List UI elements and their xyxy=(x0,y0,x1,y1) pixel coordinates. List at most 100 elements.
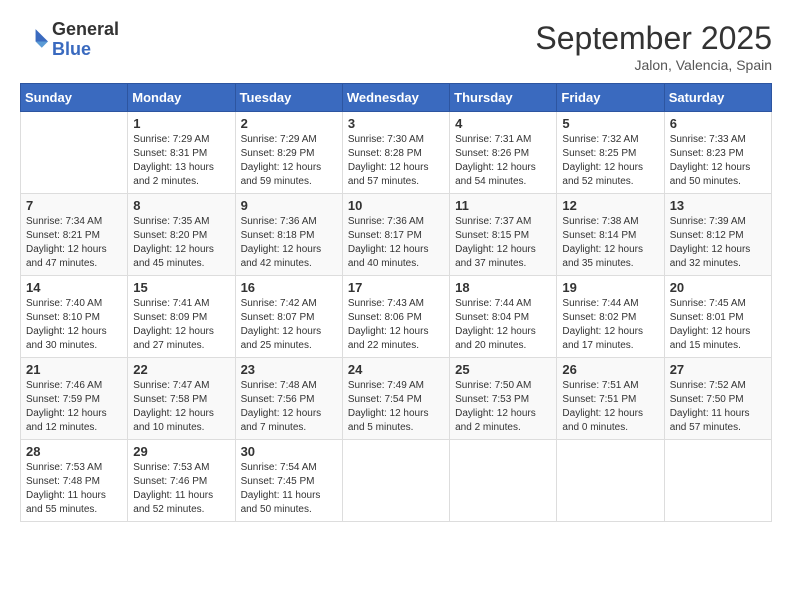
day-cell: 10 Sunrise: 7:36 AM Sunset: 8:17 PM Dayli… xyxy=(342,194,449,276)
day-number: 27 xyxy=(670,362,766,377)
day-cell: 16 Sunrise: 7:42 AM Sunset: 8:07 PM Dayli… xyxy=(235,276,342,358)
day-cell xyxy=(664,440,771,522)
day-cell: 18 Sunrise: 7:44 AM Sunset: 8:04 PM Dayli… xyxy=(450,276,557,358)
page-header: General Blue September 2025 Jalon, Valen… xyxy=(20,20,772,73)
day-info: Sunrise: 7:52 AM Sunset: 7:50 PM Dayligh… xyxy=(670,379,766,435)
day-number: 28 xyxy=(26,444,122,459)
day-cell: 20 Sunrise: 7:45 AM Sunset: 8:01 PM Dayli… xyxy=(664,276,771,358)
day-cell: 17 Sunrise: 7:43 AM Sunset: 8:06 PM Dayli… xyxy=(342,276,449,358)
title-block: September 2025 Jalon, Valencia, Spain xyxy=(535,20,772,73)
week-row-1: 1Sunrise: 7:29 AM Sunset: 8:31 PM Daylig… xyxy=(21,112,772,194)
day-cell: 23 Sunrise: 7:48 AM Sunset: 7:56 PM Dayli… xyxy=(235,358,342,440)
calendar-subtitle: Jalon, Valencia, Spain xyxy=(535,57,772,73)
day-info: Sunrise: 7:47 AM Sunset: 7:58 PM Dayligh… xyxy=(133,379,229,435)
day-cell: 4 Sunrise: 7:31 AM Sunset: 8:26 PM Daylig… xyxy=(450,112,557,194)
weekday-header-monday: Monday xyxy=(128,84,235,112)
day-number: 5 xyxy=(562,116,658,131)
day-info: Sunrise: 7:38 AM Sunset: 8:14 PM Dayligh… xyxy=(562,215,658,271)
day-cell: 1Sunrise: 7:29 AM Sunset: 8:31 PM Daylig… xyxy=(128,112,235,194)
weekday-header-friday: Friday xyxy=(557,84,664,112)
day-number: 4 xyxy=(455,116,551,131)
day-cell: 28 Sunrise: 7:53 AM Sunset: 7:48 PM Dayli… xyxy=(21,440,128,522)
day-cell xyxy=(21,112,128,194)
day-cell: 13 Sunrise: 7:39 AM Sunset: 8:12 PM Dayli… xyxy=(664,194,771,276)
day-info: Sunrise: 7:39 AM Sunset: 8:12 PM Dayligh… xyxy=(670,215,766,271)
day-cell: 19Sunrise: 7:44 AM Sunset: 8:02 PM Dayli… xyxy=(557,276,664,358)
day-info: Sunrise: 7:53 AM Sunset: 7:48 PM Dayligh… xyxy=(26,461,122,517)
day-info: Sunrise: 7:50 AM Sunset: 7:53 PM Dayligh… xyxy=(455,379,551,435)
day-number: 10 xyxy=(348,198,444,213)
weekday-header-sunday: Sunday xyxy=(21,84,128,112)
logo: General Blue xyxy=(20,20,119,60)
day-cell: 8 Sunrise: 7:35 AM Sunset: 8:20 PM Daylig… xyxy=(128,194,235,276)
day-number: 1 xyxy=(133,116,229,131)
day-info: Sunrise: 7:42 AM Sunset: 8:07 PM Dayligh… xyxy=(241,297,337,353)
day-number: 15 xyxy=(133,280,229,295)
day-cell: 26 Sunrise: 7:51 AM Sunset: 7:51 PM Dayli… xyxy=(557,358,664,440)
day-info: Sunrise: 7:31 AM Sunset: 8:26 PM Dayligh… xyxy=(455,133,551,189)
day-cell xyxy=(450,440,557,522)
day-cell: 2 Sunrise: 7:29 AM Sunset: 8:29 PM Daylig… xyxy=(235,112,342,194)
day-number: 17 xyxy=(348,280,444,295)
day-info: Sunrise: 7:51 AM Sunset: 7:51 PM Dayligh… xyxy=(562,379,658,435)
weekday-header-row: SundayMondayTuesdayWednesdayThursdayFrid… xyxy=(21,84,772,112)
day-number: 23 xyxy=(241,362,337,377)
day-number: 12 xyxy=(562,198,658,213)
day-cell xyxy=(557,440,664,522)
day-number: 3 xyxy=(348,116,444,131)
day-number: 20 xyxy=(670,280,766,295)
day-info: Sunrise: 7:34 AM Sunset: 8:21 PM Dayligh… xyxy=(26,215,122,271)
day-info: Sunrise: 7:48 AM Sunset: 7:56 PM Dayligh… xyxy=(241,379,337,435)
day-number: 14 xyxy=(26,280,122,295)
calendar-title: September 2025 xyxy=(535,20,772,57)
weekday-header-tuesday: Tuesday xyxy=(235,84,342,112)
day-info: Sunrise: 7:49 AM Sunset: 7:54 PM Dayligh… xyxy=(348,379,444,435)
day-cell: 30Sunrise: 7:54 AM Sunset: 7:45 PM Dayli… xyxy=(235,440,342,522)
day-number: 22 xyxy=(133,362,229,377)
week-row-2: 7 Sunrise: 7:34 AM Sunset: 8:21 PM Daylig… xyxy=(21,194,772,276)
day-info: Sunrise: 7:35 AM Sunset: 8:20 PM Dayligh… xyxy=(133,215,229,271)
day-info: Sunrise: 7:30 AM Sunset: 8:28 PM Dayligh… xyxy=(348,133,444,189)
day-cell: 6Sunrise: 7:33 AM Sunset: 8:23 PM Daylig… xyxy=(664,112,771,194)
day-cell: 5 Sunrise: 7:32 AM Sunset: 8:25 PM Daylig… xyxy=(557,112,664,194)
day-number: 2 xyxy=(241,116,337,131)
day-number: 25 xyxy=(455,362,551,377)
day-info: Sunrise: 7:36 AM Sunset: 8:17 PM Dayligh… xyxy=(348,215,444,271)
day-info: Sunrise: 7:33 AM Sunset: 8:23 PM Dayligh… xyxy=(670,133,766,189)
day-info: Sunrise: 7:53 AM Sunset: 7:46 PM Dayligh… xyxy=(133,461,229,517)
day-cell: 29 Sunrise: 7:53 AM Sunset: 7:46 PM Dayli… xyxy=(128,440,235,522)
weekday-header-saturday: Saturday xyxy=(664,84,771,112)
day-cell: 11 Sunrise: 7:37 AM Sunset: 8:15 PM Dayli… xyxy=(450,194,557,276)
weekday-header-wednesday: Wednesday xyxy=(342,84,449,112)
day-number: 24 xyxy=(348,362,444,377)
day-number: 29 xyxy=(133,444,229,459)
day-cell: 9 Sunrise: 7:36 AM Sunset: 8:18 PM Daylig… xyxy=(235,194,342,276)
day-info: Sunrise: 7:29 AM Sunset: 8:29 PM Dayligh… xyxy=(241,133,337,189)
day-cell: 21Sunrise: 7:46 AM Sunset: 7:59 PM Dayli… xyxy=(21,358,128,440)
day-info: Sunrise: 7:54 AM Sunset: 7:45 PM Dayligh… xyxy=(241,461,337,517)
day-cell: 25 Sunrise: 7:50 AM Sunset: 7:53 PM Dayli… xyxy=(450,358,557,440)
day-number: 26 xyxy=(562,362,658,377)
day-cell: 22 Sunrise: 7:47 AM Sunset: 7:58 PM Dayli… xyxy=(128,358,235,440)
day-number: 18 xyxy=(455,280,551,295)
day-cell: 14Sunrise: 7:40 AM Sunset: 8:10 PM Dayli… xyxy=(21,276,128,358)
day-number: 8 xyxy=(133,198,229,213)
logo-text: General Blue xyxy=(52,20,119,60)
day-number: 9 xyxy=(241,198,337,213)
day-number: 11 xyxy=(455,198,551,213)
day-number: 16 xyxy=(241,280,337,295)
day-info: Sunrise: 7:36 AM Sunset: 8:18 PM Dayligh… xyxy=(241,215,337,271)
day-cell: 12 Sunrise: 7:38 AM Sunset: 8:14 PM Dayli… xyxy=(557,194,664,276)
day-info: Sunrise: 7:46 AM Sunset: 7:59 PM Dayligh… xyxy=(26,379,122,435)
day-info: Sunrise: 7:43 AM Sunset: 8:06 PM Dayligh… xyxy=(348,297,444,353)
week-row-5: 28 Sunrise: 7:53 AM Sunset: 7:48 PM Dayli… xyxy=(21,440,772,522)
day-cell: 7 Sunrise: 7:34 AM Sunset: 8:21 PM Daylig… xyxy=(21,194,128,276)
day-number: 7 xyxy=(26,198,122,213)
week-row-4: 21Sunrise: 7:46 AM Sunset: 7:59 PM Dayli… xyxy=(21,358,772,440)
day-info: Sunrise: 7:45 AM Sunset: 8:01 PM Dayligh… xyxy=(670,297,766,353)
day-info: Sunrise: 7:44 AM Sunset: 8:04 PM Dayligh… xyxy=(455,297,551,353)
day-info: Sunrise: 7:32 AM Sunset: 8:25 PM Dayligh… xyxy=(562,133,658,189)
day-number: 13 xyxy=(670,198,766,213)
day-info: Sunrise: 7:44 AM Sunset: 8:02 PM Dayligh… xyxy=(562,297,658,353)
day-info: Sunrise: 7:37 AM Sunset: 8:15 PM Dayligh… xyxy=(455,215,551,271)
